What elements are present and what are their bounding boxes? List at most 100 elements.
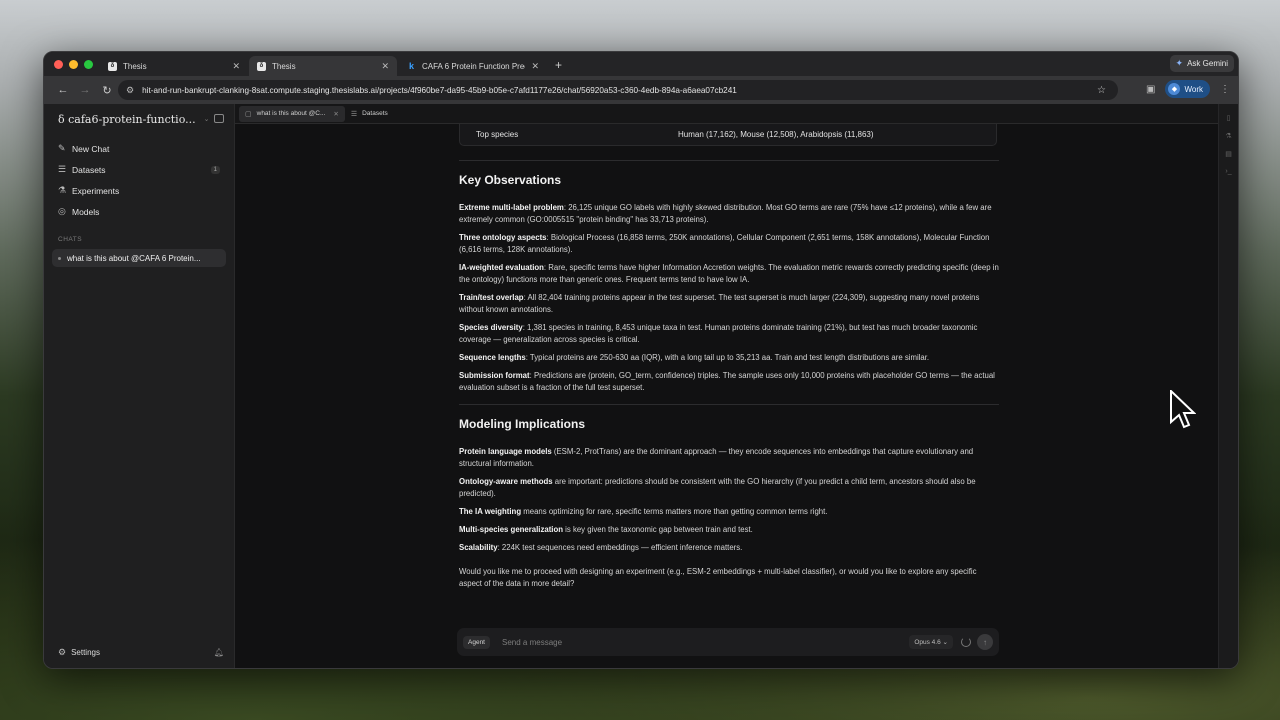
- bookmark-star-icon[interactable]: ☆: [1097, 85, 1106, 96]
- browser-tab-1[interactable]: δ Thesis ✕: [100, 56, 248, 76]
- list-item-title: IA-weighted evaluation: [459, 263, 544, 272]
- new-tab-icon[interactable]: +: [555, 58, 562, 72]
- sidebar-item-datasets[interactable]: ☰ Datasets 1: [44, 159, 234, 180]
- browser-tab-3[interactable]: k CAFA 6 Protein Function Prec ✕: [399, 56, 547, 76]
- close-tab-icon[interactable]: ✕: [232, 61, 240, 72]
- browser-toolbar: ← → ↻ ⚙ hit-and-run-bankrupt-clanking-8s…: [44, 76, 1238, 104]
- divider: [459, 404, 999, 405]
- collapse-sidebar-icon[interactable]: [214, 114, 224, 123]
- kaggle-favicon-icon: k: [408, 61, 414, 71]
- url-text: hit-and-run-bankrupt-clanking-8sat.compu…: [142, 85, 737, 95]
- sidebar-nav: ✎ New Chat ☰ Datasets 1 ⚗ Experiments ◎ …: [44, 138, 234, 222]
- list-item-text: : Predictions are (protein, GO_term, con…: [459, 371, 995, 392]
- list-item: Submission format: Predictions are (prot…: [459, 370, 999, 394]
- list-item-title: Multi-species generalization: [459, 525, 563, 534]
- sidebar-item-experiments[interactable]: ⚗ Experiments: [44, 180, 234, 201]
- chat-bubble-icon: ▢: [245, 110, 252, 118]
- database-icon: ☰: [58, 164, 67, 174]
- tab-datasets[interactable]: ☰ Datasets: [345, 106, 394, 122]
- close-tab-icon[interactable]: ✕: [531, 61, 539, 72]
- thesis-favicon-icon: δ: [257, 61, 266, 71]
- mouse-cursor-icon: [1170, 390, 1196, 429]
- browser-tab-2[interactable]: δ Thesis ✕: [249, 56, 397, 76]
- workspace-tabs: ▢ what is this about @C... ✕ ☰ Datasets: [235, 104, 1238, 124]
- list-item-title: Species diversity: [459, 323, 523, 332]
- browser-window: δ Thesis ✕ δ Thesis ✕ k CAFA 6 Protein F…: [43, 51, 1239, 669]
- thesis-favicon-icon: δ: [108, 61, 117, 71]
- list-item-text: : 224K test sequences need embeddings — …: [497, 543, 743, 552]
- list-item: Extreme multi-label problem: 26,125 uniq…: [459, 202, 999, 226]
- list-item-text: means optimizing for rare, specific term…: [521, 507, 828, 516]
- list-item-title: Scalability: [459, 543, 498, 552]
- window-controls: [54, 60, 93, 69]
- back-arrow-icon[interactable]: ←: [52, 84, 74, 96]
- project-name: δ cafa6-protein-functio...: [58, 112, 196, 126]
- main-panel: ▢ what is this about @C... ✕ ☰ Datasets …: [235, 104, 1238, 668]
- list-item-text: : 1,381 species in training, 8,453 uniqu…: [459, 323, 978, 344]
- close-tab-icon[interactable]: ✕: [333, 110, 338, 118]
- section-heading: Key Observations: [459, 173, 562, 187]
- list-item-title: Submission format: [459, 371, 530, 380]
- divider: [459, 160, 999, 161]
- terminal-icon[interactable]: ›_: [1219, 168, 1238, 175]
- project-switcher[interactable]: δ cafa6-protein-functio... ⌄: [44, 104, 234, 134]
- tab-title: Thesis: [123, 61, 147, 71]
- list-item: Protein language models (ESM-2, ProtTran…: [459, 446, 999, 470]
- list-item-title: Train/test overlap: [459, 293, 524, 302]
- forward-arrow-icon[interactable]: →: [74, 84, 96, 96]
- sidebar: δ cafa6-protein-functio... ⌄ ✎ New Chat …: [44, 104, 235, 668]
- list-item: Scalability: 224K test sequences need em…: [459, 542, 999, 554]
- count-badge: 1: [210, 165, 220, 174]
- menu-kebab-icon[interactable]: ⋮: [1220, 84, 1230, 95]
- model-selector[interactable]: Opus 4.6 ⌄: [909, 635, 953, 649]
- flask-icon[interactable]: ⚗: [1219, 132, 1238, 140]
- settings-button[interactable]: ⚙ Settings 🔔︎: [58, 647, 224, 658]
- edit-icon: ✎: [58, 143, 66, 153]
- chat-message: Top species Human (17,162), Mouse (12,50…: [459, 124, 999, 596]
- list-item-title: Ontology-aware methods: [459, 477, 553, 486]
- panel-icon[interactable]: ▯: [1219, 114, 1238, 122]
- chat-dot-icon: [58, 256, 61, 260]
- tab-title: Thesis: [272, 61, 296, 71]
- list-item: Train/test overlap: All 82,404 training …: [459, 292, 999, 316]
- list-item: Species diversity: 1,381 species in trai…: [459, 322, 999, 346]
- bell-icon[interactable]: 🔔︎: [214, 648, 224, 657]
- ask-gemini-button[interactable]: ✦ Ask Gemini: [1169, 55, 1234, 72]
- tab-strip: δ Thesis ✕ δ Thesis ✕ k CAFA 6 Protein F…: [44, 52, 1238, 76]
- zoom-window-button[interactable]: [84, 60, 93, 69]
- database-icon: ☰: [350, 110, 358, 118]
- list-item-title: Three ontology aspects: [459, 233, 547, 242]
- message-input[interactable]: Send a message: [502, 638, 562, 647]
- address-bar[interactable]: ⚙ hit-and-run-bankrupt-clanking-8sat.com…: [118, 80, 1118, 100]
- list-item: Ontology-aware methods are important: pr…: [459, 476, 999, 500]
- list-item-text: : Typical proteins are 250-630 aa (IQR),…: [525, 353, 930, 362]
- tab-chat[interactable]: ▢ what is this about @C... ✕: [239, 105, 345, 122]
- profile-button[interactable]: ◆ Work: [1165, 80, 1210, 98]
- model-icon: ◎: [58, 206, 66, 216]
- observations-list: Extreme multi-label problem: 26,125 uniq…: [459, 202, 999, 394]
- side-panel-icon[interactable]: ▣: [1146, 84, 1155, 95]
- send-button[interactable]: ↑: [977, 634, 993, 650]
- stats-table-row: Top species Human (17,162), Mouse (12,50…: [459, 124, 997, 146]
- sidebar-item-new-chat[interactable]: ✎ New Chat: [44, 138, 234, 159]
- close-window-button[interactable]: [54, 60, 63, 69]
- list-item-text: : All 82,404 training proteins appear in…: [459, 293, 980, 314]
- chart-icon[interactable]: ▤: [1219, 150, 1238, 158]
- closing-question: Would you like me to proceed with design…: [459, 567, 977, 588]
- list-item-text: is key given the taxonomic gap between t…: [562, 525, 753, 534]
- site-settings-icon[interactable]: ⚙: [126, 85, 134, 96]
- table-cell-value: Human (17,162), Mouse (12,508), Arabidop…: [678, 130, 874, 139]
- list-item: IA-weighted evaluation: Rare, specific t…: [459, 262, 999, 286]
- minimize-window-button[interactable]: [69, 60, 78, 69]
- reload-icon[interactable]: ↻: [96, 84, 118, 97]
- list-item: Three ontology aspects: Biological Proce…: [459, 232, 999, 256]
- chats-section-header: CHATS: [58, 236, 83, 243]
- tab-title: CAFA 6 Protein Function Prec: [422, 61, 526, 71]
- sidebar-item-models[interactable]: ◎ Models: [44, 201, 234, 222]
- implications-list: Protein language models (ESM-2, ProtTran…: [459, 446, 999, 554]
- toolbar-right: ▣ ◆ Work ⋮: [1146, 80, 1230, 98]
- chat-list-item[interactable]: what is this about @CAFA 6 Protein...: [52, 249, 226, 267]
- right-rail: ▯ ⚗ ▤ ›_: [1218, 104, 1238, 668]
- close-tab-icon[interactable]: ✕: [381, 61, 389, 72]
- agent-mode-button[interactable]: Agent: [463, 635, 490, 649]
